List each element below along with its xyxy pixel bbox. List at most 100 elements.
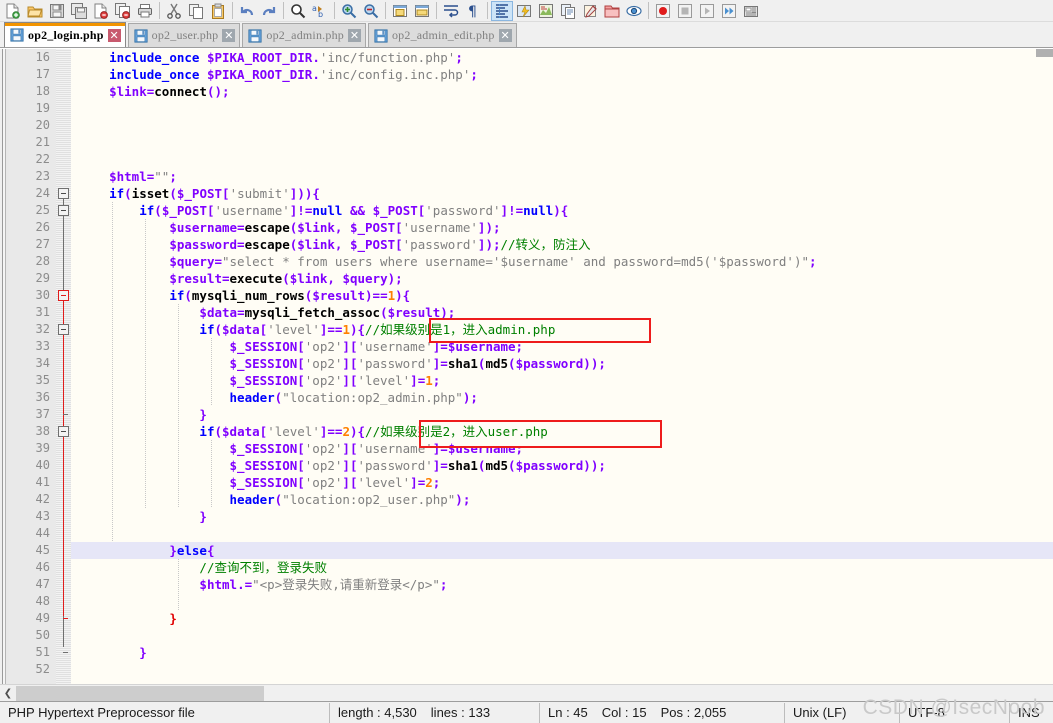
sync-vertical-icon[interactable]: [389, 1, 411, 21]
code-line-33[interactable]: $_SESSION['op2']['username']=$username;: [71, 338, 1053, 355]
code-line-20[interactable]: [71, 117, 1053, 134]
code-line-26[interactable]: $username=escape($link, $_POST['username…: [71, 219, 1053, 236]
code-line-21[interactable]: [71, 134, 1053, 151]
code-token: [: [297, 356, 305, 371]
document-switcher-icon[interactable]: [579, 1, 601, 21]
horizontal-scroll-track[interactable]: [16, 685, 1053, 701]
record-macro-icon[interactable]: [652, 1, 674, 21]
tab-op2_admin_edit-php[interactable]: op2_admin_edit.php ✕: [367, 23, 517, 47]
run-macro-multiple-icon[interactable]: [718, 1, 740, 21]
replace-icon[interactable]: ab: [309, 1, 331, 21]
code-line-29[interactable]: $result=execute($link, $query);: [71, 270, 1053, 287]
code-line-42[interactable]: header("location:op2_user.php");: [71, 491, 1053, 508]
fold-toggle-line-25[interactable]: [58, 205, 69, 216]
code-line-18[interactable]: $link=connect();: [71, 83, 1053, 100]
fold-toggle-line-38[interactable]: [58, 426, 69, 437]
code-token: )==: [365, 288, 388, 303]
undo-icon[interactable]: [236, 1, 258, 21]
new-file-icon[interactable]: [2, 1, 24, 21]
paste-icon[interactable]: [207, 1, 229, 21]
code-token: [: [206, 203, 215, 218]
code-line-17[interactable]: include_once $PIKA_ROOT_DIR.'inc/config.…: [71, 66, 1053, 83]
function-list-icon[interactable]: [557, 1, 579, 21]
play-macro-icon[interactable]: [696, 1, 718, 21]
close-all-icon[interactable]: [112, 1, 134, 21]
code-line-48[interactable]: [71, 593, 1053, 610]
print-icon[interactable]: [134, 1, 156, 21]
tab-close-icon[interactable]: ✕: [107, 28, 121, 42]
close-file-icon[interactable]: [90, 1, 112, 21]
word-wrap-icon[interactable]: [440, 1, 462, 21]
user-defined-dialog-icon[interactable]: [513, 1, 535, 21]
code-line-22[interactable]: [71, 151, 1053, 168]
zoom-out-icon[interactable]: [360, 1, 382, 21]
code-line-40[interactable]: $_SESSION['op2']['password']=sha1(md5($p…: [71, 457, 1053, 474]
horizontal-scrollbar[interactable]: ❮: [0, 684, 1053, 701]
status-length: length : 4,530: [338, 705, 417, 720]
code-line-39[interactable]: $_SESSION['op2']['username']=$username;: [71, 440, 1053, 457]
save-all-icon[interactable]: [68, 1, 90, 21]
code-line-44[interactable]: [71, 525, 1053, 542]
code-line-37[interactable]: }: [71, 406, 1053, 423]
indent-guide-icon[interactable]: [491, 0, 513, 21]
tab-close-icon[interactable]: ✕: [222, 29, 236, 42]
code-token: escape: [244, 220, 290, 235]
vertical-scrollbar[interactable]: [1036, 49, 1053, 57]
code-line-32[interactable]: if($data['level']==1){//如果级别是1，进入admin.p…: [71, 321, 1053, 338]
code-line-16[interactable]: include_once $PIKA_ROOT_DIR.'inc/functio…: [71, 49, 1053, 66]
code-line-28[interactable]: $query="select * from users where userna…: [71, 253, 1053, 270]
code-line-30[interactable]: if(mysqli_num_rows($result)==1){: [71, 287, 1053, 304]
code-line-19[interactable]: [71, 100, 1053, 117]
code-line-24[interactable]: if(isset($_POST['submit'])){: [71, 185, 1053, 202]
redo-icon[interactable]: [258, 1, 280, 21]
code-line-52[interactable]: [71, 661, 1053, 678]
code-line-49[interactable]: }: [71, 610, 1053, 627]
save-macro-icon[interactable]: [740, 1, 762, 21]
code-line-25[interactable]: if($_POST['username']!=null && $_POST['p…: [71, 202, 1053, 219]
code-line-34[interactable]: $_SESSION['op2']['password']=sha1(md5($p…: [71, 355, 1053, 372]
monitoring-icon[interactable]: [623, 1, 645, 21]
sync-horizontal-icon[interactable]: [411, 1, 433, 21]
tab-op2_login-php[interactable]: op2_login.php ✕: [4, 22, 126, 47]
code-line-36[interactable]: header("location:op2_admin.php");: [71, 389, 1053, 406]
code-line-31[interactable]: $data=mysqli_fetch_assoc($result);: [71, 304, 1053, 321]
folder-as-workspace-icon[interactable]: [601, 1, 623, 21]
code-token: include_once: [109, 50, 200, 65]
code-line-27[interactable]: $password=escape($link, $_POST['password…: [71, 236, 1053, 253]
code-line-51[interactable]: }: [71, 644, 1053, 661]
code-line-47[interactable]: $html.="<p>登录失败,请重新登录</p>";: [71, 576, 1053, 593]
cut-icon[interactable]: [163, 1, 185, 21]
stop-macro-icon[interactable]: [674, 1, 696, 21]
find-icon[interactable]: [287, 1, 309, 21]
code-line-43[interactable]: }: [71, 508, 1053, 525]
code-text-area[interactable]: include_once $PIKA_ROOT_DIR.'inc/functio…: [71, 49, 1053, 684]
code-folding-column[interactable]: [56, 49, 71, 684]
code-line-46[interactable]: //查询不到，登录失败: [71, 559, 1053, 576]
line-number: 19: [35, 101, 50, 115]
code-line-45[interactable]: }else{: [71, 542, 1053, 559]
fold-toggle-line-30[interactable]: [58, 290, 69, 301]
code-line-35[interactable]: $_SESSION['op2']['level']=1;: [71, 372, 1053, 389]
separator-4: [334, 2, 335, 19]
open-file-icon[interactable]: [24, 1, 46, 21]
copy-icon[interactable]: [185, 1, 207, 21]
show-all-chars-icon[interactable]: ¶: [462, 1, 484, 21]
fold-toggle-line-32[interactable]: [58, 324, 69, 335]
horizontal-scroll-thumb[interactable]: [16, 685, 264, 701]
zoom-in-icon[interactable]: [338, 1, 360, 21]
tab-op2_admin-php[interactable]: op2_admin.php ✕: [242, 23, 366, 47]
document-map-icon[interactable]: [535, 1, 557, 21]
code-line-23[interactable]: $html="";: [71, 168, 1053, 185]
save-icon[interactable]: [46, 1, 68, 21]
tab-op2_user-php[interactable]: op2_user.php ✕: [127, 23, 241, 47]
code-line-38[interactable]: if($data['level']==2){//如果级别是2，进入user.ph…: [71, 423, 1053, 440]
code-line-41[interactable]: $_SESSION['op2']['level']=2;: [71, 474, 1053, 491]
tab-close-icon[interactable]: ✕: [347, 29, 361, 42]
indent-guide: [145, 219, 146, 508]
fold-toggle-line-24[interactable]: [58, 188, 69, 199]
code-line-50[interactable]: [71, 627, 1053, 644]
tab-close-icon[interactable]: ✕: [498, 29, 512, 42]
scroll-left-arrow-icon[interactable]: ❮: [0, 686, 16, 701]
code-token: =: [237, 305, 245, 320]
